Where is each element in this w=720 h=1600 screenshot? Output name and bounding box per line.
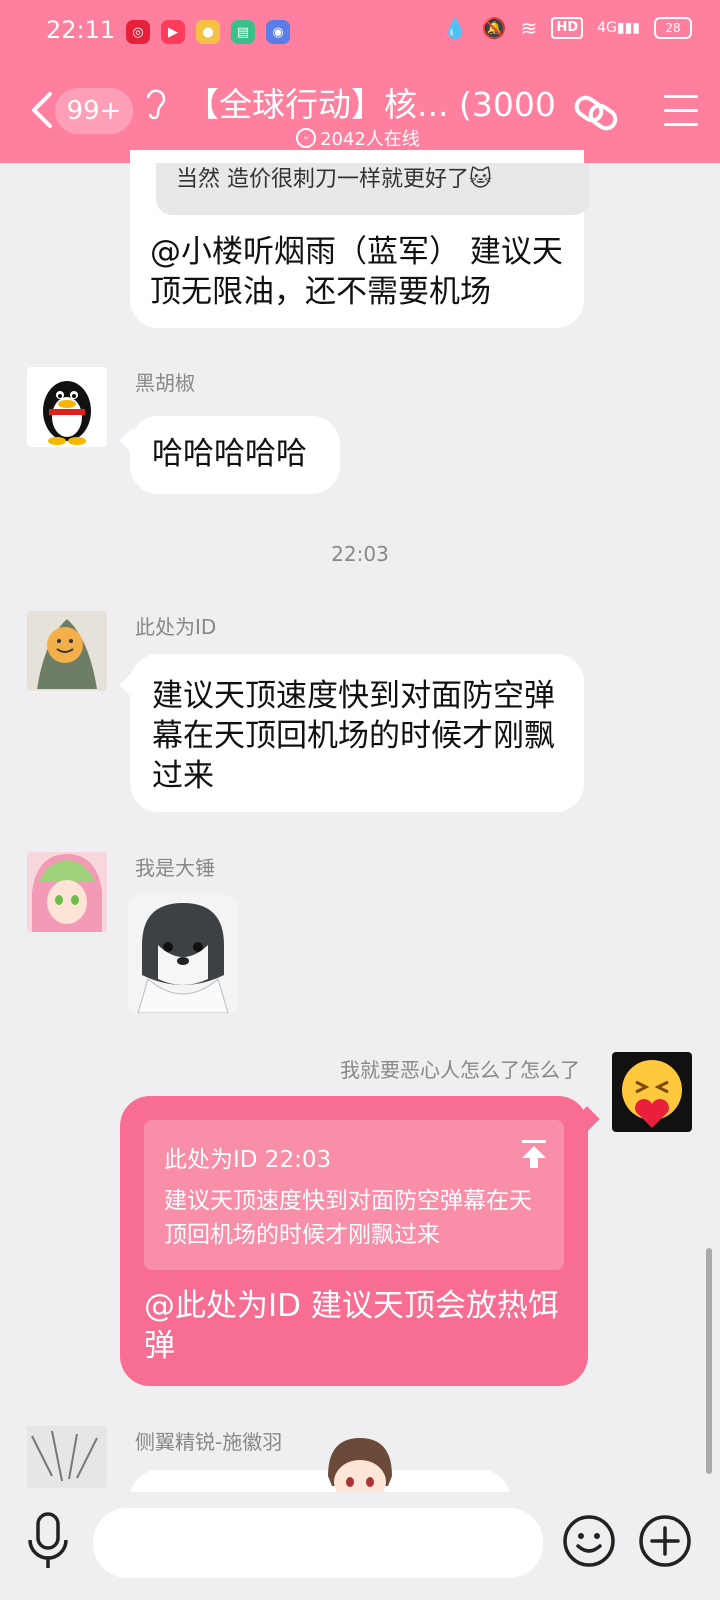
signal-label: 4G bbox=[597, 20, 617, 36]
microphone-icon[interactable] bbox=[25, 1512, 71, 1572]
group-title[interactable]: 【全球行动】核... (3000) bbox=[186, 78, 558, 126]
chat-app-icon: ◉ bbox=[266, 20, 290, 44]
message-text: 哈哈哈哈哈 bbox=[152, 436, 307, 472]
wifi-icon: ≋ bbox=[520, 16, 538, 40]
add-icon[interactable] bbox=[638, 1514, 692, 1568]
avatar[interactable] bbox=[27, 1426, 107, 1488]
sender-name[interactable]: 我是大锤 bbox=[135, 852, 215, 881]
back-icon[interactable] bbox=[28, 90, 58, 130]
sender-name[interactable]: 我就要恶心人怎么了怎么了 bbox=[288, 1054, 580, 1083]
mute-icon: 🔕 bbox=[481, 16, 507, 40]
message-bubble[interactable]: 建议天顶速度快到对面防空弹幕在天顶回机场的时候才刚飘过来 bbox=[130, 654, 584, 812]
quoted-message[interactable]: 当然 造价很刺刀一样就更好了🐱 bbox=[156, 163, 590, 215]
timestamp: 22:03 bbox=[331, 542, 389, 566]
earpiece-mode-icon[interactable] bbox=[140, 84, 170, 124]
reply-header: 此处为ID 22:03 bbox=[164, 1147, 332, 1173]
message-bubble[interactable]: 哈哈哈哈哈 bbox=[130, 416, 340, 494]
netease-music-icon: ◎ bbox=[126, 20, 150, 44]
battery-icon: 28 bbox=[654, 17, 692, 39]
jump-to-quote-icon[interactable] bbox=[522, 1140, 546, 1168]
hd-badge: HD bbox=[551, 17, 584, 39]
reply-quote-card[interactable]: 此处为ID 22:03 建议天顶速度快到对面防空弹幕在天顶回机场的时候才刚飘过来 bbox=[144, 1120, 564, 1270]
weibo-icon: ● bbox=[196, 20, 220, 44]
link-icon[interactable] bbox=[572, 90, 620, 136]
online-status: ⌄ 2042人在线 bbox=[296, 125, 420, 151]
message-text: @小楼听烟雨（蓝军） 建议天顶无限油，还不需要机场 bbox=[150, 234, 563, 310]
message-input[interactable] bbox=[93, 1508, 543, 1578]
chevron-down-icon: ⌄ bbox=[296, 128, 316, 148]
avatar[interactable] bbox=[27, 611, 107, 691]
signal-icon: 4G▮▮▮ bbox=[597, 20, 640, 36]
unread-count-badge[interactable]: 99+ bbox=[55, 88, 133, 134]
scrollbar[interactable] bbox=[706, 1248, 712, 1474]
avatar[interactable] bbox=[27, 367, 107, 447]
menu-icon[interactable] bbox=[664, 95, 698, 129]
avatar[interactable] bbox=[612, 1052, 692, 1132]
drop-icon: 💧 bbox=[442, 16, 468, 40]
video-app-icon: ▶ bbox=[161, 20, 185, 44]
online-count: 2042人在线 bbox=[320, 129, 420, 150]
message-text: @此处为ID 建议天顶会放热饵弹 bbox=[144, 1288, 559, 1364]
system-icons: 💧 🔕 ≋ HD 4G▮▮▮ 28 bbox=[443, 16, 692, 40]
my-message-bubble[interactable]: 此处为ID 22:03 建议天顶速度快到对面防空弹幕在天顶回机场的时候才刚飘过来… bbox=[120, 1096, 588, 1386]
reply-body: 建议天顶速度快到对面防空弹幕在天顶回机场的时候才刚飘过来 bbox=[164, 1188, 532, 1248]
sender-name[interactable]: 此处为ID bbox=[135, 611, 216, 640]
message-text: 建议天顶速度快到对面防空弹幕在天顶回机场的时候才刚飘过来 bbox=[152, 678, 555, 794]
sender-name[interactable]: 黑胡椒 bbox=[135, 367, 195, 396]
notification-icons: ◎ ▶ ● ▤ ◉ bbox=[126, 20, 290, 44]
status-bar: 22:11 ◎ ▶ ● ▤ ◉ 💧 🔕 ≋ HD 4G▮▮▮ 28 bbox=[0, 0, 720, 62]
clock: 22:11 bbox=[46, 16, 116, 44]
sender-name[interactable]: 侧翼精锐-施徽羽 bbox=[135, 1426, 282, 1455]
avatar[interactable] bbox=[27, 852, 107, 932]
input-bar bbox=[0, 1492, 720, 1600]
sticker-image[interactable] bbox=[128, 895, 238, 1014]
chat-header: 22:11 ◎ ▶ ● ▤ ◉ 💧 🔕 ≋ HD 4G▮▮▮ 28 99+ 【全… bbox=[0, 0, 720, 163]
emoji-icon[interactable] bbox=[562, 1514, 616, 1568]
battery-level: 28 bbox=[665, 21, 681, 35]
reader-app-icon: ▤ bbox=[231, 20, 255, 44]
